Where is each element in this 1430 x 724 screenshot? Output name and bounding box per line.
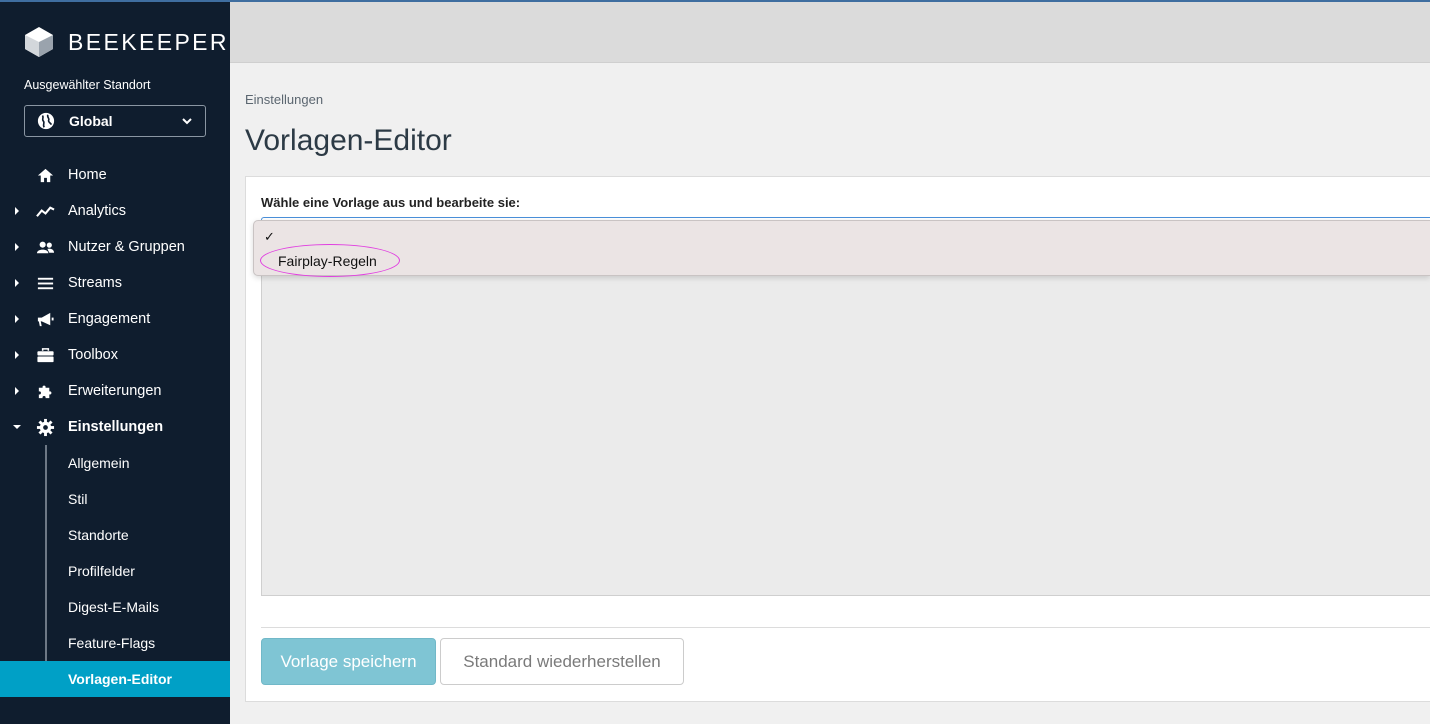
- brand-name: BEEKEEPER: [68, 28, 229, 55]
- sub-label: Digest-E-Mails: [68, 599, 160, 615]
- nav-item-toolbox[interactable]: Toolbox: [0, 337, 230, 373]
- home-icon: [37, 168, 54, 183]
- page-title: Vorlagen-Editor: [245, 124, 452, 157]
- caret-right-icon: [15, 279, 19, 287]
- sub-item-general[interactable]: Allgemein: [0, 445, 230, 481]
- brand-logo[interactable]: BEEKEEPER: [24, 26, 229, 58]
- nav-item-extensions[interactable]: Erweiterungen: [0, 373, 230, 409]
- nav-item-home[interactable]: Home: [0, 157, 230, 193]
- sub-item-locations[interactable]: Standorte: [0, 517, 230, 553]
- nav-item-settings[interactable]: Einstellungen: [0, 409, 230, 445]
- template-editor-area[interactable]: [261, 275, 1430, 596]
- nav-label: Analytics: [68, 203, 127, 219]
- nav-item-users-groups[interactable]: Nutzer & Gruppen: [0, 229, 230, 265]
- sub-item-profile-fields[interactable]: Profilfelder: [0, 553, 230, 589]
- template-select-label: Wähle eine Vorlage aus und bearbeite sie…: [261, 195, 521, 210]
- location-label: Ausgewählter Standort: [24, 78, 151, 92]
- save-template-button[interactable]: Vorlage speichern: [261, 638, 436, 685]
- top-accent-line: [0, 0, 1430, 2]
- puzzle-icon: [38, 385, 52, 399]
- nav-label: Toolbox: [68, 347, 118, 363]
- list-icon: [37, 277, 54, 290]
- main-navigation: Home Analytics Nutzer & Gruppen Streams …: [0, 157, 230, 697]
- sidebar: BEEKEEPER Ausgewählter Standort Global H…: [0, 0, 230, 724]
- sub-label: Vorlagen-Editor: [68, 671, 172, 687]
- sub-label: Feature-Flags: [68, 635, 156, 651]
- chevron-down-icon: [182, 118, 192, 125]
- sub-item-template-editor[interactable]: Vorlagen-Editor: [0, 661, 230, 697]
- divider: [261, 627, 1430, 628]
- megaphone-icon: [37, 312, 54, 327]
- sub-item-digest-emails[interactable]: Digest-E-Mails: [0, 589, 230, 625]
- nav-item-engagement[interactable]: Engagement: [0, 301, 230, 337]
- sub-item-feature-flags[interactable]: Feature-Flags: [0, 625, 230, 661]
- checkmark-icon: ✓: [264, 229, 275, 244]
- sub-label: Allgemein: [68, 455, 130, 471]
- template-dropdown-menu: ✓ Fairplay-Regeln: [253, 220, 1430, 276]
- nav-label: Home: [68, 167, 107, 183]
- sub-label: Stil: [68, 491, 88, 507]
- nav-label: Engagement: [68, 311, 151, 327]
- top-bar: [230, 2, 1430, 63]
- nav-item-analytics[interactable]: Analytics: [0, 193, 230, 229]
- analytics-icon: [36, 206, 55, 217]
- location-value: Global: [69, 113, 113, 129]
- nav-item-streams[interactable]: Streams: [0, 265, 230, 301]
- sub-item-style[interactable]: Stil: [0, 481, 230, 517]
- caret-right-icon: [15, 207, 19, 215]
- restore-default-button[interactable]: Standard wiederherstellen: [440, 638, 684, 685]
- hexagon-logo-icon: [25, 27, 53, 57]
- nav-label: Einstellungen: [68, 419, 164, 435]
- gear-icon: [36, 418, 55, 437]
- globe-icon: [37, 112, 55, 130]
- sub-label: Profilfelder: [68, 563, 135, 579]
- nav-label: Nutzer & Gruppen: [68, 239, 185, 255]
- caret-right-icon: [15, 387, 19, 395]
- nav-label: Erweiterungen: [68, 383, 162, 399]
- location-select[interactable]: Global: [24, 105, 206, 137]
- caret-down-icon: [13, 425, 21, 429]
- settings-submenu: Allgemein Stil Standorte Profilfelder Di…: [0, 445, 230, 697]
- dropdown-option-fairplay[interactable]: Fairplay-Regeln: [278, 253, 377, 269]
- users-icon: [36, 241, 55, 254]
- caret-right-icon: [15, 243, 19, 251]
- sub-label: Standorte: [68, 527, 129, 543]
- caret-right-icon: [15, 351, 19, 359]
- breadcrumb[interactable]: Einstellungen: [245, 92, 323, 107]
- toolbox-icon: [37, 348, 54, 363]
- caret-right-icon: [15, 315, 19, 323]
- nav-label: Streams: [68, 275, 122, 291]
